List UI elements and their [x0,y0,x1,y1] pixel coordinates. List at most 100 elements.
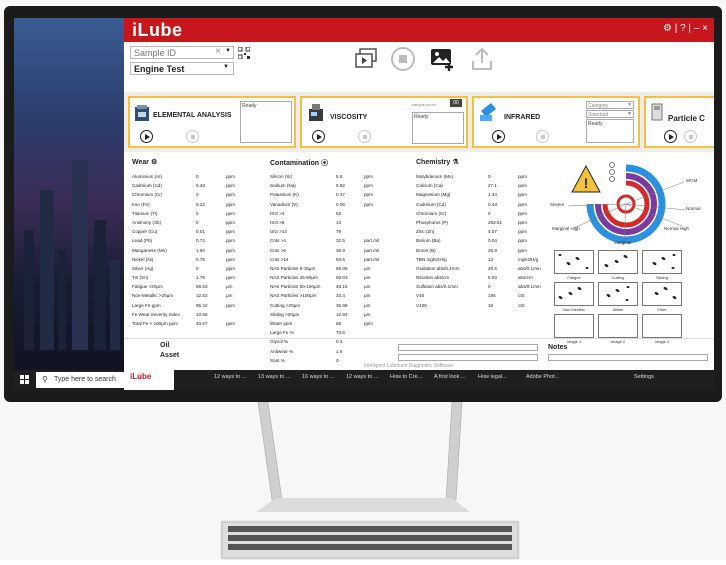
contamination-unit: ppm [364,183,373,189]
contamination-value: 1.6 [336,348,343,354]
windows-start-icon[interactable] [20,375,30,385]
qr-code-icon[interactable] [238,47,250,59]
contamination-value: 79 [336,229,342,235]
thumbnail-image-3[interactable] [642,314,682,338]
chemistry-value: 0 [488,284,491,290]
wear-row: Antimony (Sb) 0 ppm [132,220,260,229]
wear-row: Fatigue >20μm 56.63 μm [132,284,260,293]
taskbar-item[interactable]: 16 ways to ... [302,374,334,380]
stop-all-icon[interactable] [390,46,416,72]
thumbnail-water[interactable] [598,282,638,306]
contamination-value: 35.98 [336,302,348,308]
wear-row: Nickel (Ni) 0.75 ppm [132,257,260,266]
thumbnail-fiber[interactable] [642,282,682,306]
contamination-value: 13 [336,219,342,225]
wear-unit: ppm [226,219,235,225]
sample-dropdown-chevron-icon[interactable]: ▼ [225,48,231,54]
analyzer-modules: ELEMENTAL ANALYSIS Ready VISCOSITY sampl… [124,92,714,152]
chemistry-row: Oxidation abs/0.1mm 20.5 abs/0.1mm [416,266,546,275]
notes-field[interactable] [548,354,708,361]
sample-queue-icon[interactable] [354,48,378,70]
infrared-category-select[interactable]: Category ▼ [586,101,634,109]
elemental-title: ELEMENTAL ANALYSIS [153,112,232,119]
chemistry-row: Nitration abs/cm 5.03 abs/cm [416,275,546,284]
particle-stop-button[interactable] [684,130,697,143]
engine-test-select[interactable]: Engine Test ▼ [130,62,234,75]
thumbnail-image-2[interactable] [598,314,638,338]
contamination-unit: μm [364,265,371,271]
chemistry-unit: ppm [518,247,527,253]
taskbar-item[interactable]: 12 ways to ... [346,374,378,380]
wear-unit: ppm [226,229,235,235]
elemental-stop-button[interactable] [186,130,199,143]
results-panel: Wear ⚙ Aluminium (Al) 0 ppm Cadmium (Cd) 0.4… [124,152,714,370]
wear-unit: ppm [226,265,235,271]
help-button[interactable]: ? [680,23,686,34]
add-image-icon[interactable] [430,46,456,72]
notes-label: Notes [548,344,568,351]
infrared-status: Ready [586,119,634,143]
wear-value: 0.01 [196,229,205,235]
gear-icon[interactable]: ⚙ [663,23,672,34]
contamination-label: Sliding >20μm [270,311,300,317]
upload-icon[interactable] [470,46,494,72]
contamination-row: Potassium (K) 0.47 ppm [270,192,410,201]
oil-field[interactable] [398,344,538,351]
taskbar-item[interactable]: How to Cre... [390,374,422,380]
chemistry-row: Zinc (Zn) 4.07 ppm [416,229,546,238]
wear-unit: ppm [226,321,235,326]
asset-field[interactable] [398,354,538,361]
wear-label: Large Fe ppm [132,302,161,308]
wear-value: 1.84 [196,247,205,253]
chemistry-value: 0 [488,210,491,216]
contamination-unit: ppm [364,201,373,207]
chemistry-value: 18 [488,302,494,308]
wear-row: Aluminium (Al) 0 ppm [132,174,260,183]
contamination-label: ISO >4 [270,210,285,216]
sample-id-field[interactable]: × ▼ [130,46,234,59]
thumbnail-non-metallic[interactable] [554,282,594,306]
taskbar-item[interactable]: 12 ways to ... [214,374,246,380]
chemistry-label: Nitration abs/cm [416,275,450,281]
taskbar-item[interactable]: Settings [634,374,654,380]
chemistry-value: 20.5 [488,265,497,271]
wear-row: Manganese (Mn) 1.84 ppm [132,248,260,257]
wear-label: Silver (Ag) [132,265,154,271]
contamination-value: 32.5 [336,238,345,244]
thumbnail-image-1[interactable] [554,314,594,338]
contamination-row: Cutting >20μm 35.98 μm [270,303,410,312]
thumbnail-cutting[interactable] [598,250,638,274]
thumbnail-fatigue[interactable] [554,250,594,274]
particle-image [606,286,630,301]
contamination-unit: μm [364,311,371,317]
infrared-standard-select[interactable]: Standard ▼ [586,110,634,118]
minimize-button[interactable]: – [694,23,700,34]
chevron-down-icon[interactable]: ▼ [223,64,229,70]
wear-row: Iron (Fe) 0.22 ppm [132,202,260,211]
viscosity-stop-button[interactable] [358,130,371,143]
wear-label: Titanium (Ti) [132,210,158,216]
contamination-label: Glycol % [270,339,289,345]
viscosity-play-button[interactable] [312,130,325,143]
sample-id-input[interactable] [134,48,214,58]
thumbnail-sliding[interactable] [642,250,682,274]
taskbar-item[interactable]: 13 ways to ... [258,374,290,380]
contamination-unit: part./ml [364,238,380,244]
clear-sample-button[interactable]: × [215,46,221,57]
ilube-taskbar-logo[interactable]: iLube [124,370,174,390]
particle-play-button[interactable] [664,130,677,143]
infrared-play-button[interactable] [492,130,505,143]
taskbar-item[interactable]: Adobe Phot... [526,374,559,380]
close-button[interactable]: × [702,23,708,34]
contamination-value: 68 [336,321,342,326]
elemental-status: Ready [240,101,292,143]
condition-gauge: ! WCM Normal Severe Marginal High Normal… [550,162,701,245]
chemistry-unit: abs/0.1mm [518,284,541,290]
taskbar-item[interactable]: A first look ... [434,374,465,380]
gauge-label-severe: Severe [550,202,565,207]
infrared-stop-button[interactable] [536,130,549,143]
contamination-label: ISO >14 [270,229,287,235]
elemental-play-button[interactable] [140,130,153,143]
chemistry-label: Oxidation abs/0.1mm [416,265,460,271]
taskbar-item[interactable]: How legal... [478,374,507,380]
